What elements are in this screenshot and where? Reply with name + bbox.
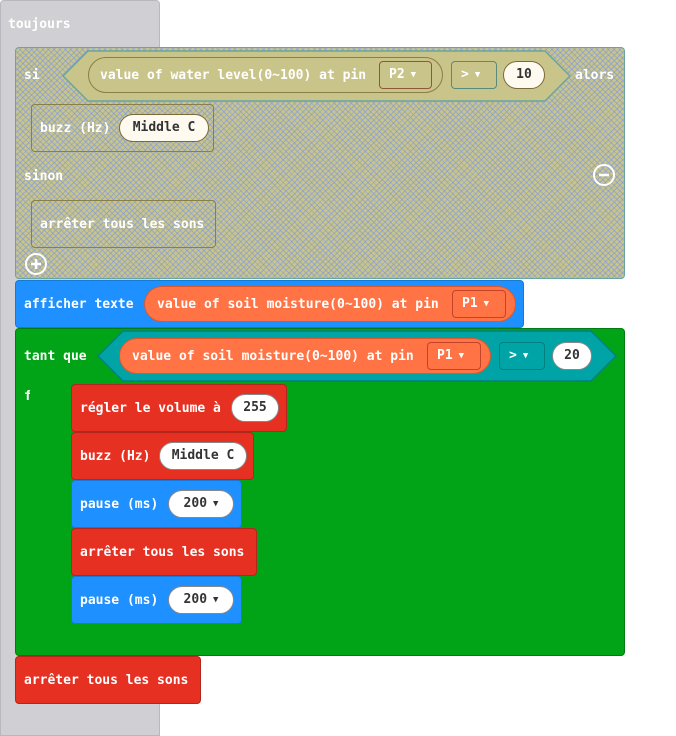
show-text-pin-dropdown[interactable]: P1 ▼ [452,290,506,318]
plus-circle-icon[interactable] [24,252,48,276]
forever-label: toujours [8,17,71,32]
pause-label-2: pause (ms) [80,593,159,608]
volume-value-input[interactable]: 255 [231,394,279,422]
buzz-note-input[interactable]: Middle C [159,442,247,470]
minus-circle-icon[interactable] [592,163,616,187]
else-stop-label: arrêter tous les sons [40,217,205,232]
dropdown-arrow-icon: ▼ [213,499,219,509]
dropdown-arrow-icon: ▼ [522,351,529,361]
dropdown-arrow-icon: ▼ [410,70,417,80]
pause-value-dropdown-2[interactable]: 200 ▼ [168,586,234,614]
show-text-label: afficher texte [24,297,134,312]
then-buzz-note-input[interactable]: Middle C [119,114,209,142]
else-label: sinon [24,169,64,184]
if-label: si [24,68,40,83]
pause-value-dropdown-1[interactable]: 200 ▼ [168,490,234,518]
pause-label-1: pause (ms) [80,497,159,512]
dropdown-arrow-icon: ▼ [213,595,219,605]
stop-sounds-label: arrêter tous les sons [80,545,245,560]
dropdown-arrow-icon: ▼ [458,351,465,361]
while-value-input[interactable]: 20 [552,342,592,370]
then-label: alors [575,68,615,83]
water-level-pin-dropdown[interactable]: P2 ▼ [379,61,432,89]
stop-sounds-block[interactable]: arrêter tous les sons [71,528,257,576]
buzz-label: buzz (Hz) [80,449,151,464]
soil-sensor-label-1: value of soil moisture(0~100) at pin [157,297,439,312]
dropdown-arrow-icon: ▼ [483,299,490,309]
if-value-input[interactable]: 10 [503,61,545,89]
dropdown-arrow-icon: ▼ [474,70,481,80]
while-body-slot [30,384,70,624]
set-volume-label: régler le volume à [80,401,221,416]
final-stop-sounds-label: arrêter tous les sons [24,673,189,688]
soil-sensor-label-2: value of soil moisture(0~100) at pin [132,349,414,364]
while-pin-dropdown[interactable]: P1 ▼ [427,342,481,370]
while-operator-dropdown[interactable]: > ▼ [499,342,545,370]
if-operator-dropdown[interactable]: > ▼ [451,61,497,89]
then-buzz-label: buzz (Hz) [40,121,111,136]
water-level-sensor-label: value of water level(0~100) at pin [100,68,367,83]
final-stop-sounds-block[interactable]: arrêter tous les sons [15,656,201,704]
while-label: tant que [24,349,87,364]
else-stop-block[interactable]: arrêter tous les sons [31,200,216,248]
